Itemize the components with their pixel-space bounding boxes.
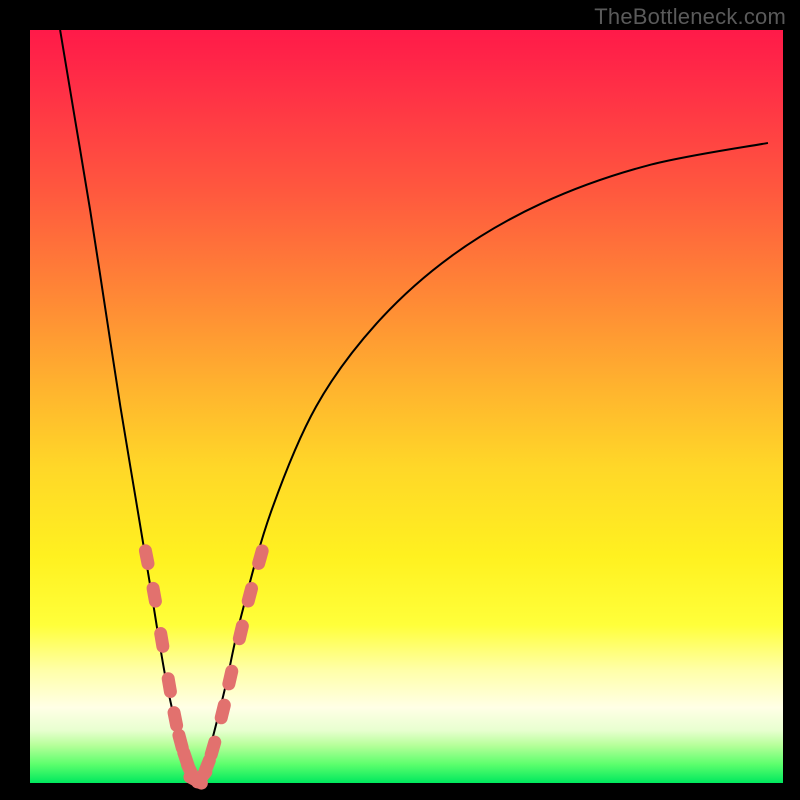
plot-area	[30, 30, 783, 783]
curve-marker	[251, 543, 271, 572]
curve-marker	[240, 581, 259, 609]
curve-marker	[232, 618, 251, 646]
curve-marker	[146, 581, 163, 609]
curve-marker	[203, 734, 223, 763]
curve-marker	[166, 705, 184, 733]
bottleneck-curve	[60, 30, 768, 783]
curve-marker	[221, 663, 239, 691]
chart-frame: TheBottleneck.com	[0, 0, 800, 800]
watermark-text: TheBottleneck.com	[594, 4, 786, 30]
chart-overlay	[30, 30, 783, 783]
curve-marker	[138, 543, 156, 571]
curve-marker	[213, 697, 232, 725]
curve-marker	[153, 626, 170, 654]
curve-marker	[161, 671, 178, 699]
